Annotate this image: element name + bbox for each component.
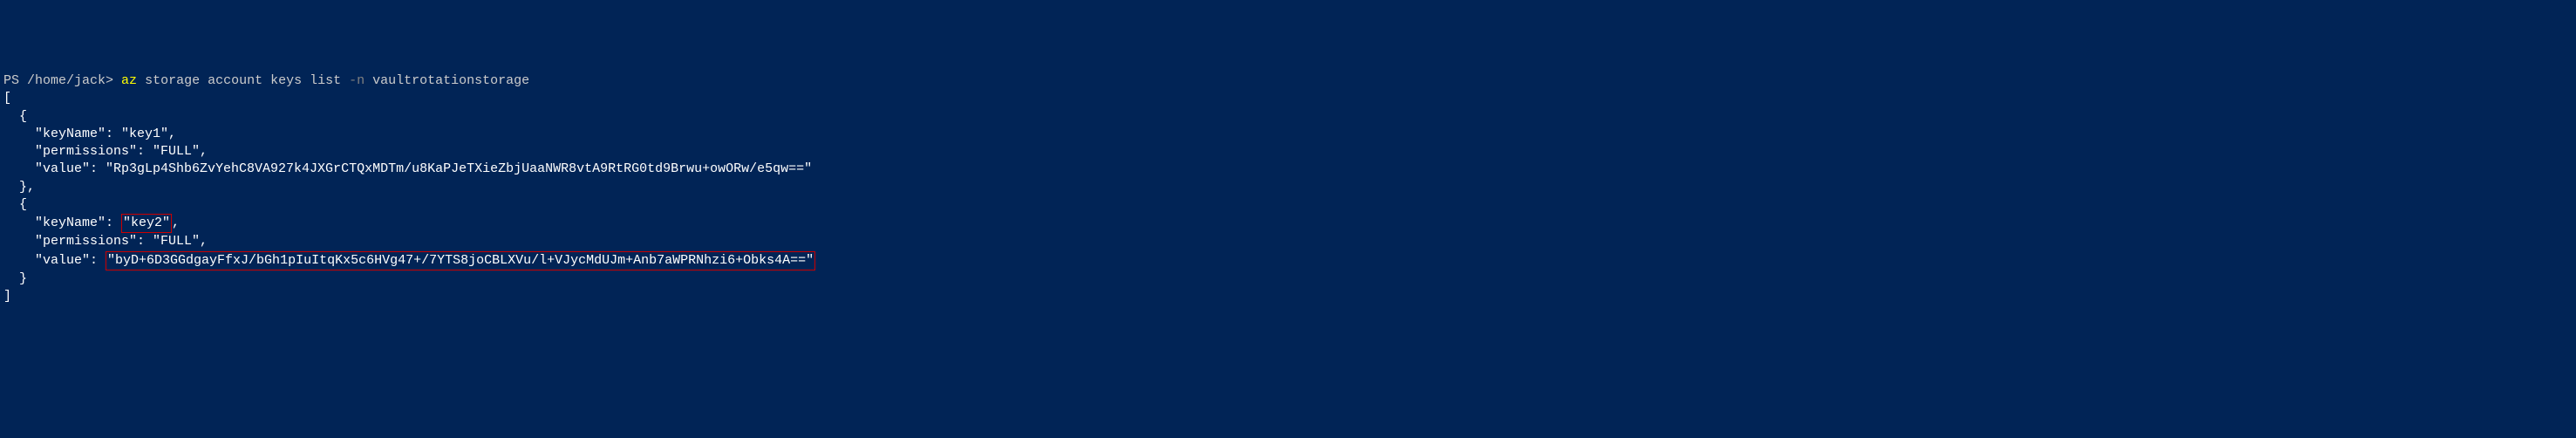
prompt-separator: >	[106, 73, 121, 88]
json-keyname-label: "keyName":	[3, 216, 121, 230]
json-value-label: "value":	[3, 253, 106, 268]
prompt-prefix: PS	[3, 73, 27, 88]
json-keyname-value-key2-highlighted: "key2"	[121, 214, 172, 233]
json-object-close: }	[3, 271, 27, 286]
json-object-open: {	[3, 197, 27, 212]
prompt-line[interactable]: PS /home/jack> az storage account keys l…	[3, 73, 529, 88]
json-value-key1: "value": "Rp3gLp4Shb6ZvYehC8VA927k4JXGrC…	[3, 161, 812, 176]
json-object-open: {	[3, 109, 27, 124]
json-object-close: },	[3, 180, 35, 195]
json-value-key2-highlighted: "byD+6D3GGdgayFfxJ/bGh1pIuItqKx5c6HVg47+…	[106, 251, 815, 270]
json-permissions-key2: "permissions": "FULL",	[3, 234, 208, 249]
json-bracket-open: [	[3, 91, 11, 106]
json-permissions-key1: "permissions": "FULL",	[3, 144, 208, 159]
command-account: vaultrotationstorage	[365, 73, 529, 88]
terminal-output: PS /home/jack> az storage account keys l…	[3, 72, 2573, 305]
json-bracket-close: ]	[3, 289, 11, 304]
command-args: storage account keys list	[137, 73, 349, 88]
command-flag: -n	[349, 73, 365, 88]
json-comma: ,	[168, 127, 176, 141]
json-keyname-label: "keyName":	[3, 127, 121, 141]
json-keyname-value-key1: "key1"	[121, 127, 168, 141]
json-comma: ,	[172, 216, 180, 230]
prompt-path: /home/jack	[27, 73, 106, 88]
command-az: az	[121, 73, 137, 88]
